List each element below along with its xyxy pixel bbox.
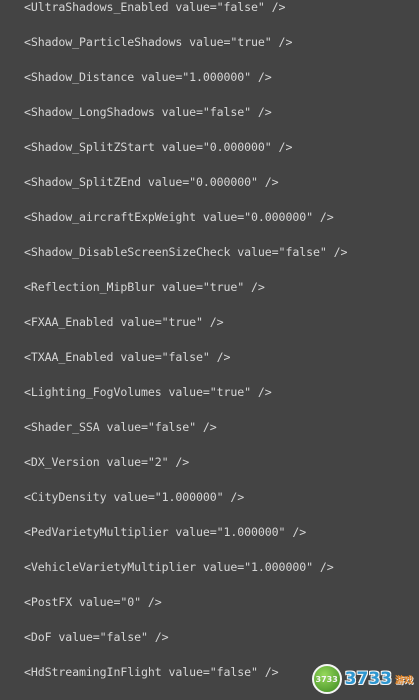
code-line: <Shader_SSA value="false" /> bbox=[24, 420, 217, 434]
code-line: <UltraShadows_Enabled value="false" /> bbox=[24, 0, 286, 14]
code-line: <DX_Version value="2" /> bbox=[24, 455, 190, 469]
watermark-suffix: 游戏 bbox=[394, 675, 413, 686]
code-view: <UltraShadows_Enabled value="false" /> <… bbox=[0, 0, 419, 700]
code-line: <Lighting_FogVolumes value="true" /> bbox=[24, 385, 272, 399]
code-line: <HdStreamingInFlight value="false" /> bbox=[24, 665, 279, 679]
code-line: <VehicleVarietyMultiplier value="1.00000… bbox=[24, 560, 334, 574]
code-line: <Shadow_aircraftExpWeight value="0.00000… bbox=[24, 210, 334, 224]
code-line: <Shadow_ParticleShadows value="true" /> bbox=[24, 35, 293, 49]
watermark-logo: 3733 3733 游戏 bbox=[311, 664, 413, 694]
code-line: <Shadow_DisableScreenSizeCheck value="fa… bbox=[24, 245, 348, 259]
code-line: <Shadow_SplitZStart value="0.000000" /> bbox=[24, 140, 293, 154]
code-line: <TXAA_Enabled value="false" /> bbox=[24, 350, 231, 364]
watermark-text: 3733 bbox=[344, 669, 392, 689]
code-line: <CityDensity value="1.000000" /> bbox=[24, 490, 245, 504]
code-line: <DoF value="false" /> bbox=[24, 630, 169, 644]
code-line: <Reflection_MipBlur value="true" /> bbox=[24, 280, 265, 294]
code-line: <PedVarietyMultiplier value="1.000000" /… bbox=[24, 525, 307, 539]
watermark-badge: 3733 bbox=[311, 664, 342, 694]
code-line: <PostFX value="0" /> bbox=[24, 595, 162, 609]
code-line: <Shadow_Distance value="1.000000" /> bbox=[24, 70, 272, 84]
code-line: <Shadow_LongShadows value="false" /> bbox=[24, 105, 272, 119]
code-line: <FXAA_Enabled value="true" /> bbox=[24, 315, 224, 329]
code-line: <Shadow_SplitZEnd value="0.000000" /> bbox=[24, 175, 279, 189]
